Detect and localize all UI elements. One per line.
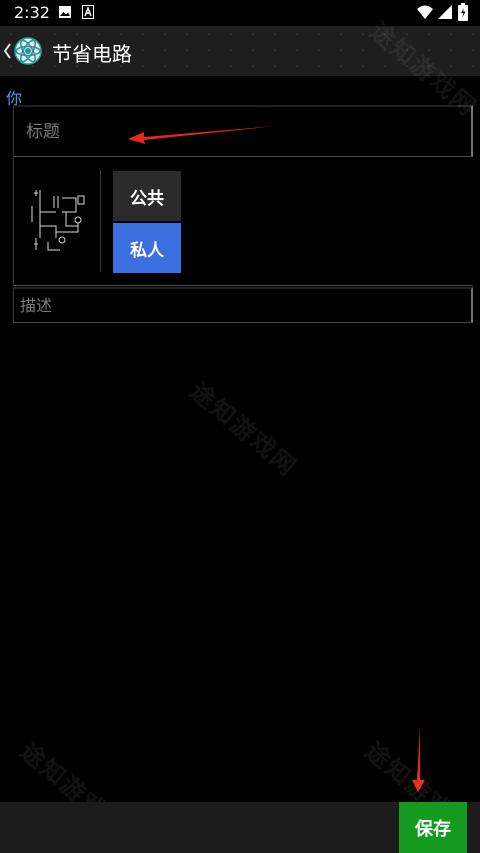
notification-a-icon xyxy=(82,5,94,19)
annotation-arrow-save xyxy=(412,726,425,792)
title-field[interactable] xyxy=(13,105,473,157)
watermark: 途知游戏网 xyxy=(184,376,303,482)
thumbnail-row: 公共 私人 xyxy=(13,158,473,286)
visibility-private-button[interactable]: 私人 xyxy=(113,223,181,273)
app-title: 节省电路 xyxy=(52,42,132,66)
wifi-icon xyxy=(417,5,433,19)
thumbnail-divider xyxy=(100,170,101,272)
action-bar: 节省电路 xyxy=(0,26,480,76)
chevron-left-icon[interactable] xyxy=(2,39,12,63)
description-field[interactable] xyxy=(13,287,473,323)
bottom-bar: 保存 xyxy=(0,802,480,853)
battery-icon xyxy=(458,3,468,21)
status-bar: 2:32 xyxy=(0,0,480,26)
status-time: 2:32 xyxy=(14,3,50,22)
save-button[interactable]: 保存 xyxy=(399,802,467,853)
signal-icon xyxy=(438,5,452,19)
image-icon xyxy=(59,6,71,18)
circuit-thumbnail[interactable] xyxy=(26,182,102,258)
visibility-public-button[interactable]: 公共 xyxy=(113,171,181,221)
app-logo-icon[interactable] xyxy=(13,36,43,66)
